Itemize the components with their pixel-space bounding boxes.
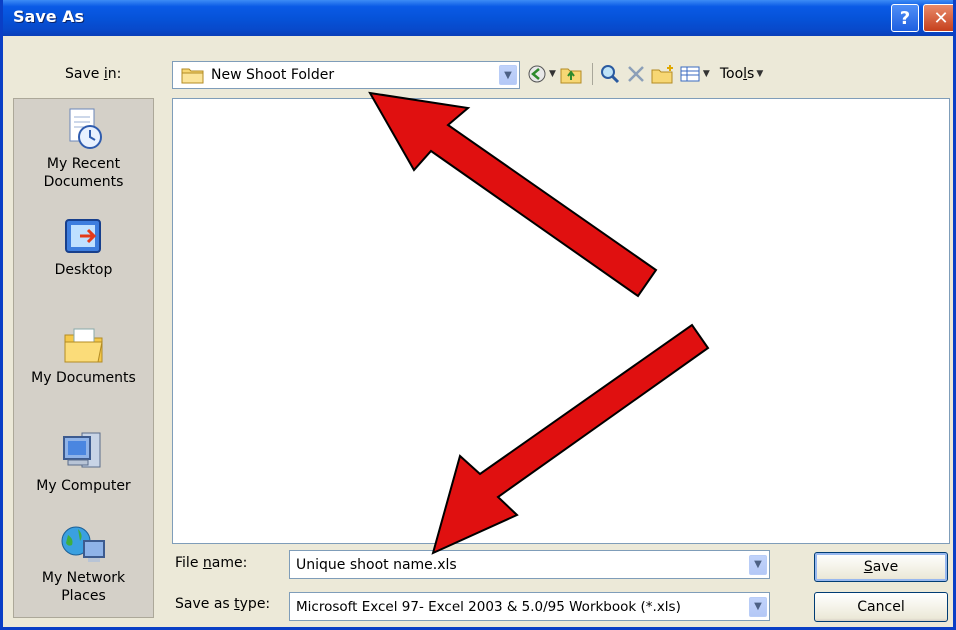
views-icon — [680, 66, 700, 82]
title-bar[interactable]: Save As ? ✕ — [3, 0, 953, 36]
save-as-type-dropdown[interactable]: Microsoft Excel 97- Excel 2003 & 5.0/95 … — [289, 592, 770, 621]
places-bar: My Recent Documents Desktop My Documents — [13, 98, 154, 618]
back-button[interactable]: ▼ — [527, 62, 556, 86]
save-in-label: Save in: — [65, 66, 122, 82]
desktop-icon — [64, 219, 101, 253]
cancel-button[interactable]: Cancel — [814, 592, 948, 622]
place-label: My Documents — [31, 370, 136, 386]
recent-documents-icon — [69, 108, 102, 149]
network-places-icon — [61, 526, 105, 562]
delete-icon — [628, 66, 644, 82]
toolbar-separator — [591, 63, 593, 85]
place-label: My Network Places — [41, 570, 126, 604]
folder-icon — [181, 68, 204, 84]
up-folder-button[interactable] — [560, 62, 582, 86]
place-network-places[interactable]: My Network Places — [14, 525, 153, 605]
toolbar: ▼ ▼ Too l s ▼ — [527, 60, 767, 88]
chevron-down-icon[interactable]: ▼ — [749, 554, 767, 575]
new-folder-button[interactable] — [651, 62, 675, 86]
save-as-type-label: Save as type: — [175, 596, 271, 612]
place-desktop[interactable]: Desktop — [14, 217, 153, 279]
save-in-dropdown[interactable]: New Shoot Folder ▼ — [172, 61, 520, 89]
place-label: Desktop — [54, 262, 113, 278]
place-my-computer[interactable]: My Computer — [14, 429, 153, 495]
new-folder-icon — [651, 65, 673, 84]
search-web-button[interactable] — [599, 62, 621, 86]
my-documents-icon — [64, 328, 103, 363]
tools-dropdown-icon: ▼ — [756, 69, 764, 79]
save-button[interactable]: Save — [814, 552, 948, 582]
file-name-field[interactable]: Unique shoot name.xls ▼ — [289, 550, 770, 579]
save-as-type-value: Microsoft Excel 97- Excel 2003 & 5.0/95 … — [296, 598, 681, 615]
my-computer-icon — [62, 432, 100, 468]
up-folder-icon — [560, 68, 582, 84]
back-dropdown-icon[interactable]: ▼ — [549, 69, 556, 79]
file-name-value[interactable]: Unique shoot name.xls — [290, 557, 749, 573]
save-in-value: New Shoot Folder — [211, 67, 335, 83]
close-button[interactable]: ✕ — [923, 4, 953, 32]
save-as-dialog: Save As ? ✕ Save in: New Shoot Folder ▼ … — [0, 0, 956, 630]
search-icon — [600, 65, 619, 84]
back-icon — [528, 65, 546, 83]
place-recent-documents[interactable]: My Recent Documents — [14, 107, 153, 191]
file-list[interactable] — [172, 98, 950, 544]
place-my-documents[interactable]: My Documents — [14, 325, 153, 387]
chevron-down-icon[interactable]: ▼ — [499, 65, 517, 85]
help-button[interactable]: ? — [891, 4, 919, 32]
delete-button[interactable] — [625, 62, 647, 86]
views-dropdown-icon[interactable]: ▼ — [703, 69, 710, 79]
place-label: My Computer — [36, 478, 131, 494]
window-title: Save As — [13, 7, 85, 26]
file-name-label: File name: — [175, 555, 248, 571]
chevron-down-icon[interactable]: ▼ — [749, 596, 767, 617]
tools-menu[interactable]: Too l s ▼ — [720, 62, 763, 86]
views-button[interactable]: ▼ — [679, 62, 710, 86]
place-label: My Recent Documents — [43, 156, 124, 190]
